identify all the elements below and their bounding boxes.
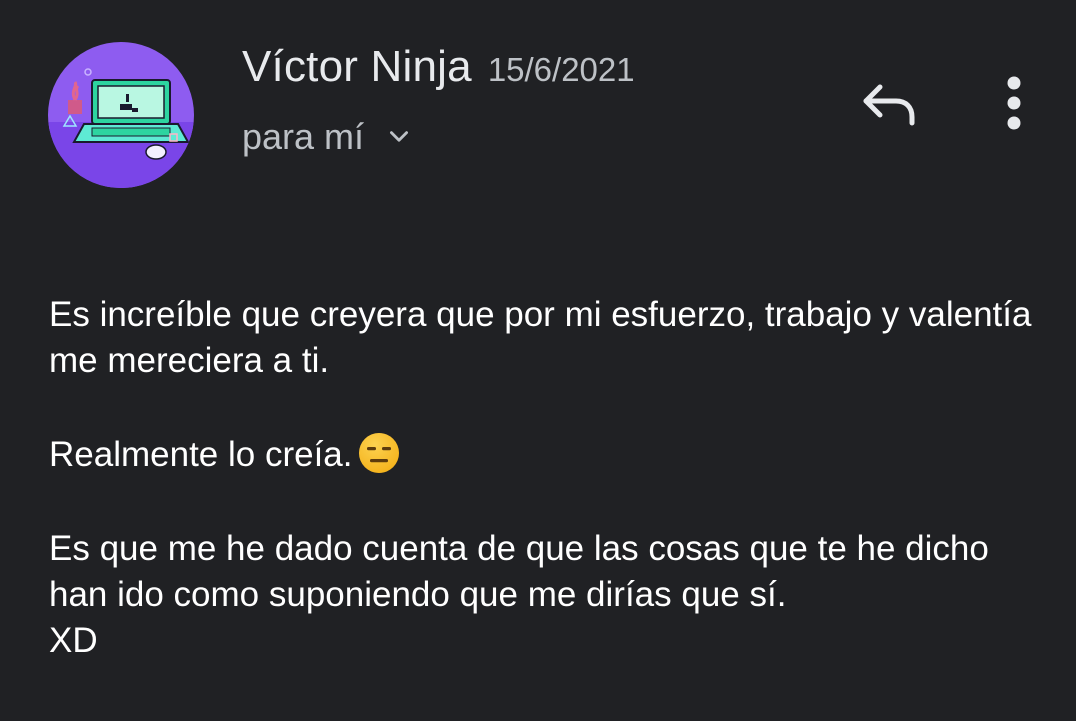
reply-button[interactable] [852,74,924,134]
expressionless-face-emoji [359,433,400,473]
email-body: Es increíble que creyera que por mi esfu… [49,292,1049,664]
message-paragraph-1: Es increíble que creyera que por mi esfu… [49,295,1032,380]
more-vertical-icon [1007,76,1021,130]
sender-avatar[interactable] [48,42,194,188]
more-options-button[interactable] [988,70,1040,136]
message-paragraph-3-line-1: Es que me he dado cuenta de que las cosa… [49,529,989,614]
message-paragraph-3-line-2: XD [49,621,98,660]
message-paragraph-2-text: Realmente lo creía. [49,435,353,474]
reply-icon [863,84,915,126]
email-date: 15/6/2021 [487,51,635,88]
message-paragraph-2: Realmente lo creía. [49,432,1049,478]
laptop-illustration-icon [48,42,194,188]
recipient-details-toggle[interactable]: para mí [242,114,412,160]
message-paragraph-3: Es que me he dado cuenta de que las cosa… [49,526,1049,664]
sender-line: Víctor Ninja 15/6/2021 [242,42,635,94]
chevron-down-icon [390,131,409,142]
recipient-label: para mí [242,116,365,157]
email-header: Víctor Ninja 15/6/2021 para mí [0,0,1076,200]
sender-name[interactable]: Víctor Ninja [242,42,472,92]
